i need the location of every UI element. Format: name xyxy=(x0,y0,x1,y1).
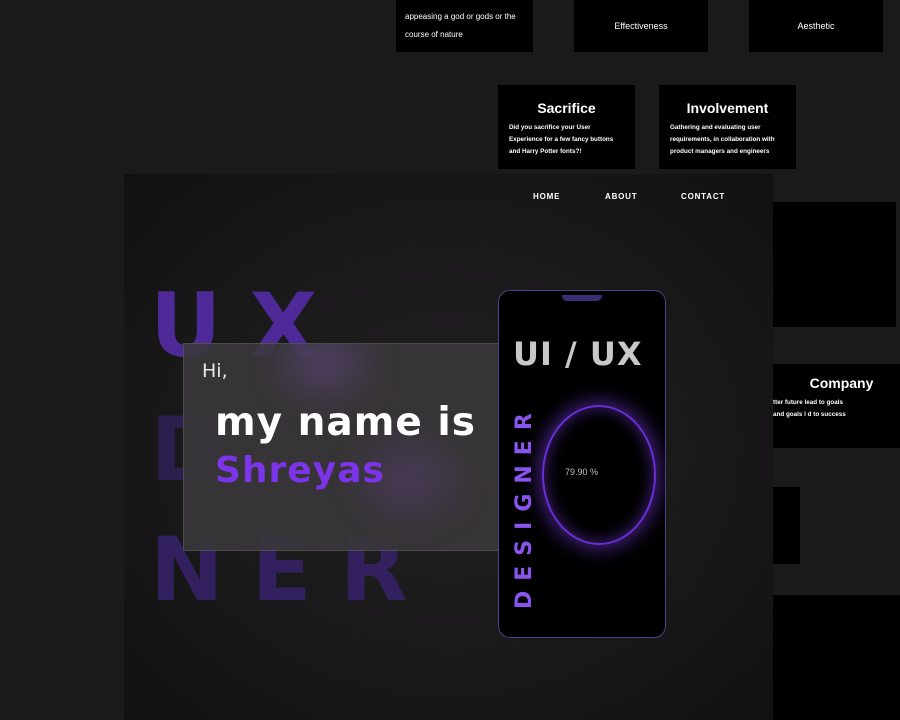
involvement-body: Gathering and evaluating user requiremen… xyxy=(670,124,775,155)
nav-contact[interactable]: CONTACT xyxy=(681,192,725,201)
company-body: tter future lead to goals and goals l d … xyxy=(773,399,846,418)
intro-line: my name is xyxy=(215,400,476,445)
right-block-3 xyxy=(773,595,900,720)
effectiveness-card: Effectiveness xyxy=(574,0,708,52)
nav-home[interactable]: HOME xyxy=(533,192,560,201)
progress-ring xyxy=(542,405,656,545)
sacrifice-card: Sacrifice Did you sacrifice your User Ex… xyxy=(498,85,635,169)
greeting-text: Hi, xyxy=(202,360,228,382)
involvement-card: Involvement Gathering and evaluating use… xyxy=(659,85,796,169)
progress-value: 79.90 % xyxy=(565,467,599,477)
company-card: Company tter future lead to goals and go… xyxy=(773,364,900,448)
nav-about[interactable]: ABOUT xyxy=(605,192,637,201)
sacrifice-body: Did you sacrifice your User Experience f… xyxy=(509,124,614,155)
phone-notch xyxy=(562,295,602,301)
name-text: Shreyas xyxy=(215,450,385,491)
right-block-2 xyxy=(773,487,800,564)
involvement-title: Involvement xyxy=(686,100,769,116)
right-block-1 xyxy=(773,202,896,327)
phone-title: UI / UX xyxy=(513,335,643,373)
company-title: Company xyxy=(809,375,874,391)
nature-card-text: appeasing a god or gods or the course of… xyxy=(405,12,516,39)
phone-mockup: UI / UX DESIGNER 79.90 % xyxy=(498,290,666,638)
sacrifice-title: Sacrifice xyxy=(537,100,596,116)
intro-glass-card: Hi, my name is Shreyas xyxy=(183,343,505,551)
designer-vertical-text: DESIGNER xyxy=(512,403,537,609)
hero-panel: HOME ABOUT CONTACT UX D NER Hi, my name … xyxy=(124,174,773,720)
effectiveness-label: Effectiveness xyxy=(614,21,668,31)
aesthetic-card: Aesthetic xyxy=(749,0,883,52)
aesthetic-label: Aesthetic xyxy=(797,21,835,31)
nature-card: appeasing a god or gods or the course of… xyxy=(396,0,533,52)
